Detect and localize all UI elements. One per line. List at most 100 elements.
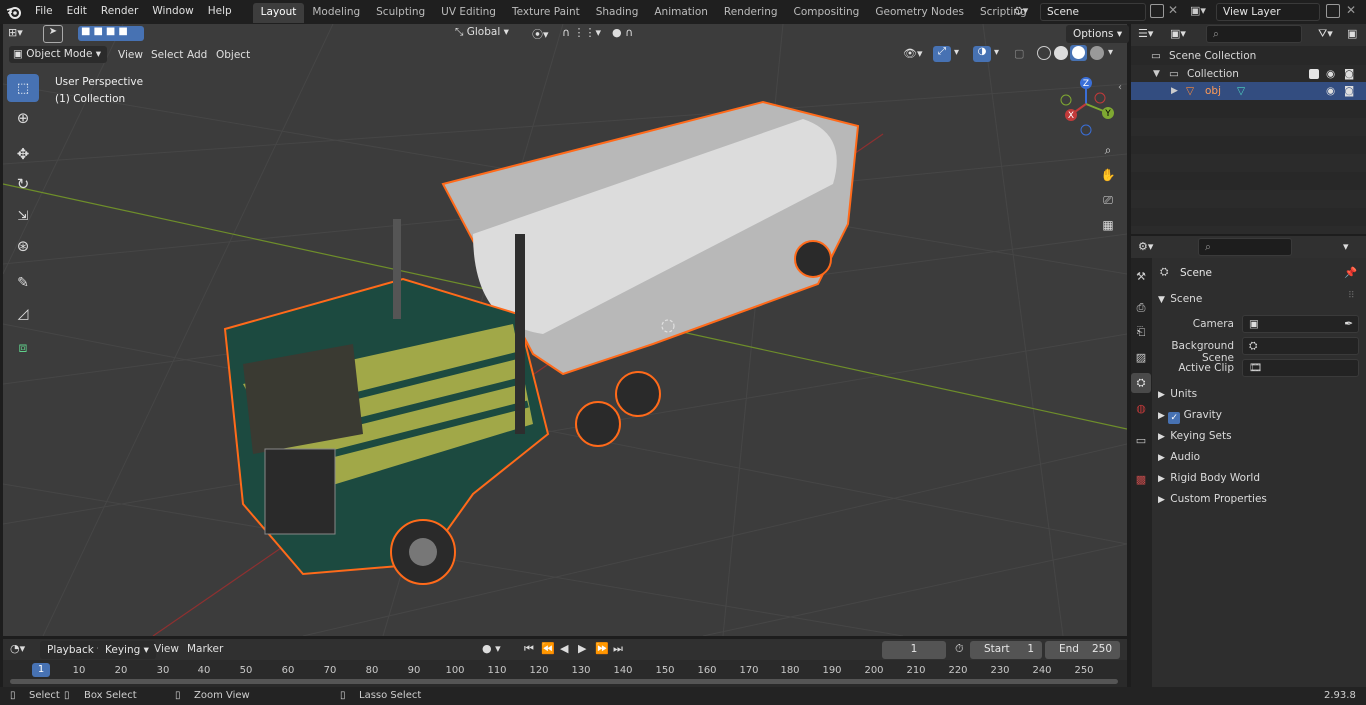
overlays-toggle-icon[interactable]: ◑ xyxy=(973,46,991,62)
properties-search-input[interactable]: ⌕ xyxy=(1198,238,1292,256)
panel-scene-header[interactable]: ▼ Scene xyxy=(1158,289,1362,309)
mesh-data-icon[interactable]: ▽ xyxy=(1237,82,1245,100)
shading-wireframe-icon[interactable] xyxy=(1037,46,1051,60)
panel-keying-sets[interactable]: ▶ Keying Sets xyxy=(1158,426,1362,446)
eyedropper-icon[interactable]: ✒ xyxy=(1344,316,1353,332)
exclude-checkbox-icon[interactable] xyxy=(1309,69,1319,79)
render-camera-icon[interactable]: ◙ xyxy=(1344,65,1354,83)
tab-rendering[interactable]: Rendering xyxy=(716,3,786,23)
tab-sculpting[interactable]: Sculpting xyxy=(368,3,433,23)
world-tab-icon[interactable]: ◍ xyxy=(1131,398,1151,418)
tool-scale[interactable]: ⇲ xyxy=(7,202,39,230)
outliner-row-obj[interactable]: ▶ ▽ obj ▽ ◉ ◙ xyxy=(1131,82,1366,100)
editor-type-icon[interactable]: ⊞▾ xyxy=(8,26,23,39)
close-scene-icon[interactable]: ✕ xyxy=(1168,3,1178,17)
scene-tab-icon[interactable]: ⛭ xyxy=(1131,373,1151,393)
shading-material-icon[interactable] xyxy=(1070,45,1087,61)
tab-uv-editing[interactable]: UV Editing xyxy=(433,3,504,23)
next-keyframe-icon[interactable]: ⏩ xyxy=(595,642,609,655)
shading-dropdown-icon[interactable]: ▾ xyxy=(1108,47,1113,58)
new-collection-icon[interactable]: ▣ xyxy=(1347,27,1357,40)
tool-measure[interactable]: ◿ xyxy=(7,300,39,328)
active-clip-field[interactable]: 🎞 xyxy=(1242,359,1359,377)
tab-layout[interactable]: Layout xyxy=(252,3,305,23)
tab-geometry-nodes[interactable]: Geometry Nodes xyxy=(867,3,972,23)
zoom-icon[interactable]: ⌕ xyxy=(1098,143,1118,161)
overlays-dropdown-icon[interactable]: ▾ xyxy=(994,47,999,58)
play-reverse-icon[interactable]: ◀ xyxy=(560,642,568,655)
pivot-icon[interactable]: ⦿▾ xyxy=(532,26,549,42)
snap-icon[interactable]: ∩ ⋮⋮▾ xyxy=(562,26,601,39)
scene-field[interactable]: Scene xyxy=(1040,3,1146,21)
display-mode-icon[interactable]: ▣▾ xyxy=(1170,27,1186,40)
current-frame-marker[interactable]: 1 xyxy=(32,663,50,677)
pan-hand-icon[interactable]: ✋ xyxy=(1098,168,1118,186)
tab-animation[interactable]: Animation xyxy=(646,3,716,23)
viewport[interactable] xyxy=(3,24,1127,636)
timeline-view-menu[interactable]: View xyxy=(148,639,185,659)
current-frame-field[interactable]: 1 xyxy=(882,641,946,659)
transform-orientation[interactable]: ⤡ Global ▾ xyxy=(455,26,523,43)
tool-transform[interactable]: ⊛ xyxy=(7,232,39,260)
shading-rendered-icon[interactable] xyxy=(1090,46,1104,60)
filter-icon[interactable]: ⛛▾ xyxy=(1318,27,1333,41)
prev-keyframe-icon[interactable]: ⏪ xyxy=(541,642,555,655)
tab-texture-paint[interactable]: Texture Paint xyxy=(504,3,588,23)
menu-object[interactable]: Object xyxy=(210,45,256,65)
tool-cursor[interactable]: ⊕ xyxy=(7,104,39,132)
expand-arrow-icon[interactable]: ▶ xyxy=(1171,82,1178,100)
timeline-scrollbar[interactable] xyxy=(10,679,1118,684)
shading-solid-icon[interactable] xyxy=(1054,46,1068,60)
jump-end-icon[interactable]: ⏭ xyxy=(613,642,623,656)
menu-view[interactable]: View xyxy=(112,45,149,65)
tab-compositing[interactable]: Compositing xyxy=(786,3,868,23)
eye-icon[interactable]: ◉ xyxy=(1326,82,1335,100)
object-mode-dropdown[interactable]: ▣ Object Mode ▾ xyxy=(9,46,107,63)
outliner-search-input[interactable]: ⌕ xyxy=(1206,25,1302,43)
options-button[interactable]: Options ▾ xyxy=(1066,25,1130,43)
panel-gravity[interactable]: ▶ ✓ Gravity xyxy=(1158,405,1362,425)
camera-view-icon[interactable]: ⎚ xyxy=(1098,193,1118,211)
panel-audio[interactable]: ▶ Audio xyxy=(1158,447,1362,467)
menu-window[interactable]: Window xyxy=(145,0,200,24)
sidebar-toggle-icon[interactable]: ‹ xyxy=(1118,82,1122,93)
tab-shading[interactable]: Shading xyxy=(588,3,647,23)
texture-tab-icon[interactable]: ▩ xyxy=(1131,469,1151,489)
panel-custom-properties[interactable]: ▶ Custom Properties xyxy=(1158,489,1362,509)
stopwatch-icon[interactable]: ⏱ xyxy=(955,642,964,656)
menu-file[interactable]: File xyxy=(28,0,60,24)
expand-arrow-icon[interactable]: ▼ xyxy=(1153,65,1160,83)
view-layer-field[interactable]: View Layer xyxy=(1216,3,1320,21)
collection-tab-icon[interactable]: ▭ xyxy=(1131,430,1151,450)
outliner-row-scene-collection[interactable]: ▭ Scene Collection xyxy=(1131,47,1366,65)
outliner-row-collection[interactable]: ▼ ▭ Collection ◉ ◙ xyxy=(1131,65,1366,83)
xray-icon[interactable]: ▢ xyxy=(1014,47,1024,60)
tool-add-cube[interactable]: ⧈ xyxy=(7,334,39,362)
gizmo-dropdown-icon[interactable]: ▾ xyxy=(954,47,959,58)
timeline-marker-menu[interactable]: Marker xyxy=(181,639,229,659)
navigation-gizmo[interactable]: Z Y X xyxy=(1058,76,1118,136)
scene-icon[interactable]: ⛭▾ xyxy=(1014,4,1036,20)
menu-add[interactable]: Add xyxy=(181,45,213,65)
proportional-edit-icon[interactable]: ● ∩ xyxy=(612,26,633,39)
visibility-icon[interactable]: 👁▾ xyxy=(903,47,923,60)
menu-help[interactable]: Help xyxy=(201,0,239,24)
end-frame-field[interactable]: End 250 xyxy=(1045,641,1120,659)
tool-settings-tab-icon[interactable]: ⚒ xyxy=(1131,266,1151,286)
close-view-layer-icon[interactable]: ✕ xyxy=(1346,3,1356,17)
panel-units[interactable]: ▶ Units xyxy=(1158,384,1362,404)
tool-move[interactable]: ✥ xyxy=(7,140,39,168)
blender-logo-icon[interactable] xyxy=(0,0,28,24)
properties-options-icon[interactable]: ▾ xyxy=(1343,240,1349,253)
timeline-editor-icon[interactable]: ◔▾ xyxy=(10,642,25,655)
jump-start-icon[interactable]: ⏮ xyxy=(524,642,534,656)
render-camera-icon[interactable]: ◙ xyxy=(1344,82,1354,100)
ortho-grid-icon[interactable]: ▦ xyxy=(1098,218,1118,236)
new-view-layer-icon[interactable] xyxy=(1326,4,1340,18)
panel-rigid-body-world[interactable]: ▶ Rigid Body World xyxy=(1158,468,1362,488)
menu-render[interactable]: Render xyxy=(94,0,145,24)
select-tool-icon[interactable]: ➤ xyxy=(43,25,63,43)
outliner-editor-icon[interactable]: ☰▾ xyxy=(1138,27,1153,40)
menu-edit[interactable]: Edit xyxy=(60,0,94,24)
pin-icon[interactable]: 📌 xyxy=(1344,266,1357,279)
